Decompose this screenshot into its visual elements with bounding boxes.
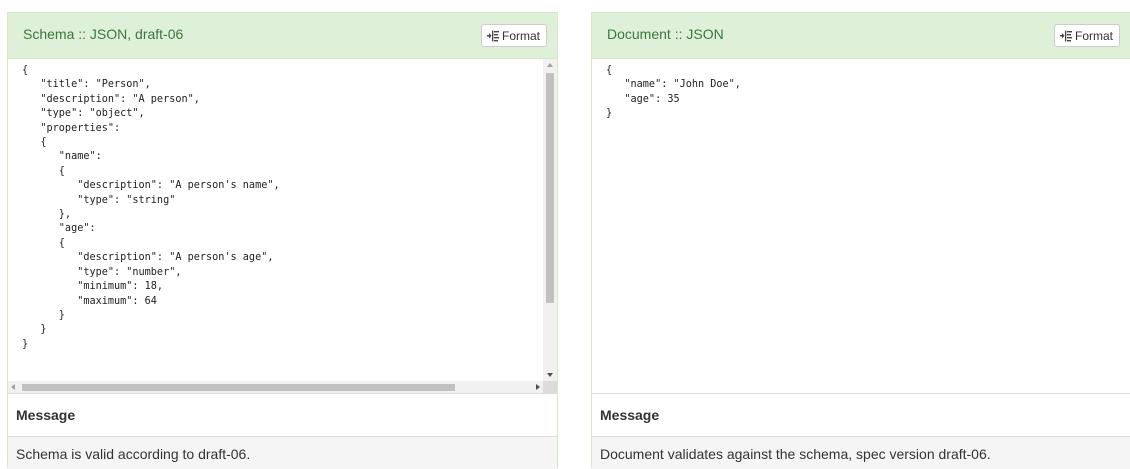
format-indent-icon bbox=[1059, 30, 1072, 41]
schema-horizontal-scrollbar[interactable] bbox=[8, 381, 543, 393]
schema-code[interactable]: { "title": "Person", "description": "A p… bbox=[8, 59, 557, 352]
schema-format-label: Format bbox=[501, 28, 540, 43]
document-message-body: Document validates against the schema, s… bbox=[592, 437, 1130, 469]
schema-message-label: Message bbox=[16, 407, 76, 423]
document-message-label: Message bbox=[600, 407, 660, 423]
schema-panel-heading: Schema :: JSON, draft-06 Format bbox=[8, 13, 557, 59]
scrollbar-corner bbox=[543, 381, 557, 393]
schema-panel-title: Schema :: JSON, draft-06 bbox=[23, 26, 184, 42]
schema-horizontal-scroll-thumb[interactable] bbox=[22, 384, 455, 391]
scroll-right-arrow-icon[interactable] bbox=[536, 384, 540, 390]
schema-editor[interactable]: { "title": "Person", "description": "A p… bbox=[8, 59, 557, 393]
document-panel-heading: Document :: JSON Format bbox=[592, 13, 1130, 59]
document-editor[interactable]: { "name": "John Doe", "age": 35 } bbox=[592, 59, 1130, 393]
schema-message-heading: Message bbox=[8, 394, 557, 437]
scroll-up-arrow-icon[interactable] bbox=[547, 63, 553, 67]
schema-vertical-scroll-thumb[interactable] bbox=[546, 73, 554, 303]
schema-vertical-scrollbar[interactable] bbox=[543, 59, 557, 381]
scroll-left-arrow-icon[interactable] bbox=[11, 384, 15, 390]
document-message-text: Document validates against the schema, s… bbox=[600, 446, 991, 462]
schema-message-body: Schema is valid according to draft-06. bbox=[8, 437, 557, 469]
format-indent-icon bbox=[486, 30, 499, 41]
scroll-down-arrow-icon[interactable] bbox=[547, 373, 553, 377]
schema-message-text: Schema is valid according to draft-06. bbox=[16, 446, 251, 462]
document-message-heading: Message bbox=[592, 394, 1130, 437]
schema-format-button[interactable]: Format bbox=[480, 24, 547, 47]
document-format-label: Format bbox=[1074, 28, 1113, 43]
document-panel-title: Document :: JSON bbox=[607, 26, 724, 42]
document-panel: Document :: JSON Format { "name": "John … bbox=[591, 12, 1130, 469]
document-code[interactable]: { "name": "John Doe", "age": 35 } bbox=[592, 59, 1130, 122]
schema-panel: Schema :: JSON, draft-06 Format { "title… bbox=[7, 12, 558, 469]
document-format-button[interactable]: Format bbox=[1053, 24, 1120, 47]
